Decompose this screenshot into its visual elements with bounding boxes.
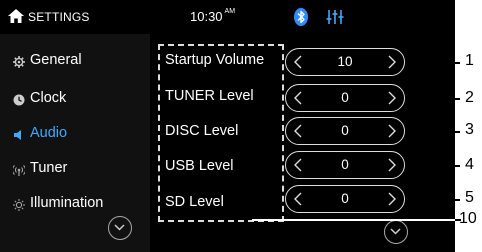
sidebar-item-clock[interactable]: Clock [0, 82, 150, 116]
gear-icon [13, 56, 25, 68]
home-icon[interactable] [8, 9, 24, 23]
equalizer-icon[interactable] [326, 9, 344, 25]
stepper-value: 10 [337, 54, 353, 69]
setting-label: Startup Volume [165, 52, 265, 68]
chevron-down-icon [114, 224, 125, 231]
chevron-left-icon[interactable] [293, 192, 303, 206]
callout-line [405, 62, 460, 64]
usb-level-stepper[interactable]: 0 [285, 151, 405, 179]
setting-label: USB Level [165, 158, 234, 174]
chevron-right-icon[interactable] [387, 91, 397, 105]
callout-number: 10 [459, 210, 477, 227]
sun-icon [13, 199, 25, 211]
callout-line [405, 199, 460, 201]
callout-number: 2 [465, 89, 474, 106]
chevron-right-icon[interactable] [387, 124, 397, 138]
clock-time: 10:30 [190, 9, 223, 24]
chevron-right-icon[interactable] [387, 192, 397, 206]
sidebar-item-label: Audio [30, 125, 68, 141]
callout-number: 3 [465, 121, 474, 138]
antenna-icon [13, 165, 25, 176]
speaker-icon [14, 130, 21, 140]
settings-screen: SETTINGS 10:30 AM General Clock Audio Tu… [0, 0, 455, 252]
clock-icon [13, 94, 25, 106]
chevron-left-icon[interactable] [293, 124, 303, 138]
disc-level-stepper[interactable]: 0 [285, 117, 405, 145]
setting-label: SD Level [165, 194, 224, 210]
clock-display: 10:30 AM [190, 8, 236, 24]
scroll-down-button[interactable] [384, 220, 408, 244]
chevron-right-icon[interactable] [387, 55, 397, 69]
sidebar-item-label: Illumination [30, 195, 104, 211]
setting-label: TUNER Level [165, 88, 254, 104]
clock-ampm: AM [224, 8, 236, 15]
sidebar-item-tuner[interactable]: Tuner [0, 152, 150, 186]
stepper-value: 0 [341, 90, 349, 105]
chevron-down-icon [390, 228, 401, 235]
top-bar: SETTINGS 10:30 AM [0, 0, 455, 34]
sidebar-item-label: Tuner [30, 160, 68, 176]
chevron-left-icon[interactable] [293, 55, 303, 69]
callout-line [405, 131, 460, 133]
setting-label: DISC Level [165, 123, 239, 139]
callout-line [252, 219, 455, 221]
callout-line [405, 165, 460, 167]
sidebar-item-audio[interactable]: Audio [0, 117, 150, 151]
tuner-level-stepper[interactable]: 0 [285, 84, 405, 112]
stepper-value: 0 [341, 191, 349, 206]
sidebar-item-label: Clock [30, 90, 67, 106]
bluetooth-icon [294, 8, 308, 26]
chevron-left-icon[interactable] [293, 91, 303, 105]
sidebar-item-general[interactable]: General [0, 44, 150, 78]
callout-number: 5 [465, 189, 474, 206]
page-title: SETTINGS [28, 10, 90, 24]
callout-number: 4 [465, 156, 474, 173]
callout-line [405, 98, 460, 100]
chevron-left-icon[interactable] [293, 158, 303, 172]
sidebar-scroll-down-button[interactable] [108, 216, 132, 240]
sidebar-item-label: General [30, 52, 82, 68]
sd-level-stepper[interactable]: 0 [285, 185, 405, 213]
callout-number: 1 [465, 52, 474, 69]
stepper-value: 0 [341, 123, 349, 138]
sidebar: General Clock Audio Tuner Illumination [0, 34, 150, 252]
stepper-value: 0 [341, 157, 349, 172]
sidebar-item-illumination[interactable]: Illumination [0, 187, 150, 221]
chevron-right-icon[interactable] [387, 158, 397, 172]
startup-volume-stepper[interactable]: 10 [285, 48, 405, 76]
